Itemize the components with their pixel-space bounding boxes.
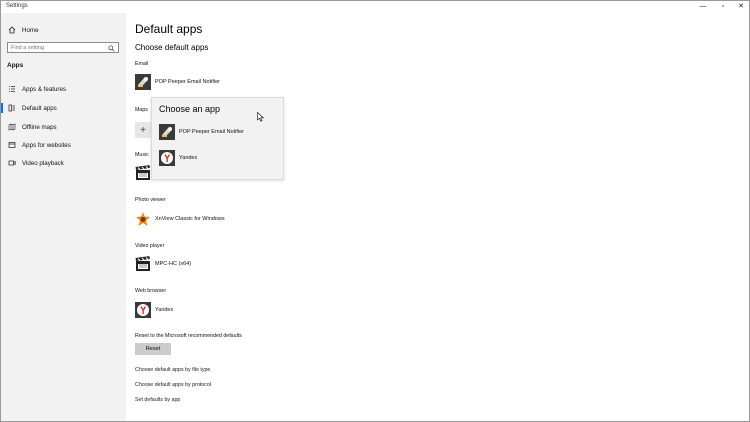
xnview-icon bbox=[135, 211, 151, 227]
sidebar-item-default-apps[interactable]: Default apps bbox=[1, 101, 126, 115]
settings-window: Settings — ▫ ✕ Home Apps Apps & features bbox=[0, 0, 750, 422]
search-icon[interactable] bbox=[108, 39, 115, 57]
minimize-button[interactable]: — bbox=[696, 2, 710, 12]
home-icon bbox=[7, 25, 17, 35]
title-bar: Settings — ▫ ✕ bbox=[1, 1, 749, 13]
app-name: Yandex bbox=[155, 307, 174, 313]
default-apps-icon bbox=[7, 103, 17, 113]
popup-option-pop-peeper[interactable]: POP Peeper Email Notifier bbox=[159, 123, 244, 141]
plus-icon[interactable]: + bbox=[135, 122, 151, 138]
sidebar-item-home[interactable]: Home bbox=[1, 23, 126, 37]
popup-option-label: Yandex bbox=[179, 155, 198, 161]
sidebar-item-apps-for-websites[interactable]: Apps for websites bbox=[1, 138, 126, 152]
category-label-web-browser: Web browser bbox=[135, 288, 167, 294]
default-app-video-player[interactable]: MPC-HC (x64) bbox=[135, 255, 191, 273]
app-name: POP Peeper Email Notifier bbox=[155, 79, 221, 85]
popup-title: Choose an app bbox=[159, 104, 221, 114]
link-by-protocol[interactable]: Choose default apps by protocol bbox=[135, 382, 211, 388]
sidebar-item-label: Apps & features bbox=[22, 85, 67, 93]
pop-peeper-icon bbox=[135, 74, 151, 90]
sidebar-item-label: Home bbox=[22, 26, 39, 34]
sidebar: Home Apps Apps & features Default apps bbox=[1, 13, 126, 421]
close-button[interactable]: ✕ bbox=[734, 2, 748, 12]
default-app-web-browser[interactable]: Yandex bbox=[135, 301, 173, 319]
list-icon bbox=[7, 84, 17, 94]
clapper-icon bbox=[135, 165, 151, 181]
link-by-file-type[interactable]: Choose default apps by file type bbox=[135, 367, 210, 373]
page-subtitle: Choose default apps bbox=[135, 43, 209, 52]
mouse-cursor-icon bbox=[257, 109, 265, 127]
search-input[interactable] bbox=[11, 44, 106, 51]
sidebar-item-label: Apps for websites bbox=[22, 141, 71, 149]
default-app-email[interactable]: POP Peeper Email Notifier bbox=[135, 73, 220, 91]
yandex-icon bbox=[135, 302, 151, 318]
sidebar-item-video-playback[interactable]: Video playback bbox=[1, 156, 126, 170]
sidebar-item-label: Video playback bbox=[22, 159, 64, 167]
search-box[interactable] bbox=[7, 42, 119, 53]
reset-button[interactable]: Reset bbox=[135, 343, 171, 355]
app-name: XnView Classic for Windows bbox=[155, 216, 225, 222]
category-label-maps: Maps bbox=[135, 107, 148, 113]
window-title: Settings bbox=[6, 3, 28, 9]
website-icon bbox=[7, 140, 17, 150]
sidebar-section-label: Apps bbox=[7, 62, 24, 69]
popup-option-label: POP Peeper Email Notifier bbox=[179, 129, 245, 135]
category-label-email: Email bbox=[135, 61, 149, 67]
yandex-icon bbox=[159, 150, 175, 166]
sidebar-item-apps-features[interactable]: Apps & features bbox=[1, 82, 126, 96]
page-title: Default apps bbox=[135, 22, 203, 36]
link-set-defaults-by-app[interactable]: Set defaults by app bbox=[135, 397, 180, 403]
maximize-button[interactable]: ▫ bbox=[716, 2, 730, 12]
category-label-video-player: Video player bbox=[135, 243, 165, 249]
default-app-photo-viewer[interactable]: XnView Classic for Windows bbox=[135, 210, 225, 228]
reset-label: Reset to the Microsoft recommended defau… bbox=[135, 333, 242, 339]
clapper-icon bbox=[135, 256, 151, 272]
category-label-music: Music bbox=[135, 152, 149, 158]
pop-peeper-icon bbox=[159, 124, 175, 140]
category-label-photo-viewer: Photo viewer bbox=[135, 197, 166, 203]
popup-option-yandex[interactable]: Yandex bbox=[159, 149, 197, 167]
map-icon bbox=[7, 122, 17, 132]
sidebar-item-label: Offline maps bbox=[22, 123, 57, 131]
video-icon bbox=[7, 158, 17, 168]
app-name: MPC-HC (x64) bbox=[155, 261, 192, 267]
sidebar-item-offline-maps[interactable]: Offline maps bbox=[1, 120, 126, 134]
sidebar-item-label: Default apps bbox=[22, 104, 57, 112]
main-content: Default apps Choose default apps Email P… bbox=[126, 13, 749, 421]
choose-app-popup: Choose an app POP Peeper Email Notifier … bbox=[151, 97, 284, 180]
